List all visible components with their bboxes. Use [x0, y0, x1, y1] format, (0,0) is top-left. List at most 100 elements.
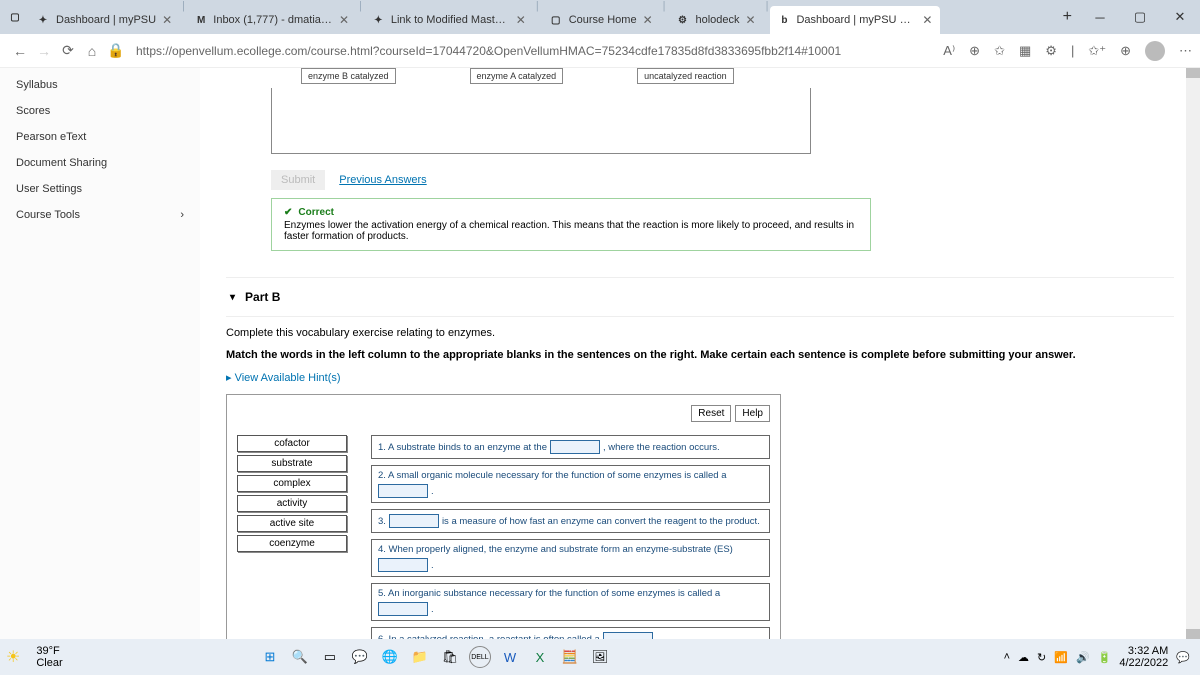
- correct-explanation: Enzymes lower the activation energy of a…: [284, 220, 858, 242]
- scroll-up-arrow[interactable]: [1186, 68, 1200, 78]
- profile-icon[interactable]: [1145, 41, 1165, 61]
- close-tab-icon[interactable]: ✕: [746, 13, 756, 27]
- sidebar-item-label: User Settings: [16, 183, 82, 195]
- drop-target[interactable]: [378, 558, 428, 572]
- battery-icon[interactable]: 🔋: [1098, 651, 1112, 664]
- scrollbar-track[interactable]: [1186, 68, 1200, 639]
- browser-tab-strip: ▢ ✦Dashboard | myPSU✕|MInbox (1,777) - d…: [0, 0, 1200, 34]
- close-tab-icon[interactable]: ✕: [643, 13, 653, 27]
- tab-favicon: M: [195, 13, 207, 27]
- close-window-button[interactable]: ✕: [1160, 9, 1200, 25]
- browser-tab[interactable]: ✦Link to Modified Mastering✕: [364, 6, 534, 34]
- drop-target[interactable]: [389, 514, 439, 528]
- part-b-header[interactable]: Part B: [226, 277, 1174, 317]
- course-sidebar: Syllabus Scores Pearson eText Document Shar…: [0, 68, 200, 639]
- forward-button: →: [32, 43, 56, 59]
- drop-target[interactable]: [550, 440, 600, 454]
- url-text[interactable]: https://openvellum.ecollege.com/course.h…: [136, 44, 841, 58]
- close-tab-icon[interactable]: ✕: [922, 13, 932, 27]
- sidebar-item[interactable]: Pearson eText: [0, 124, 200, 150]
- previous-answers-link[interactable]: Previous Answers: [339, 174, 426, 186]
- notifications-icon[interactable]: 💬: [1176, 651, 1190, 664]
- browser-tab[interactable]: ▢Course Home✕: [541, 6, 661, 34]
- onedrive-icon[interactable]: ☁: [1018, 651, 1029, 664]
- sidebar-item[interactable]: Document Sharing: [0, 150, 200, 176]
- more-menu-icon[interactable]: ⋯: [1179, 43, 1192, 59]
- sidebar-item[interactable]: Course Tools›: [0, 202, 200, 228]
- task-view-icon[interactable]: ▭: [319, 646, 341, 668]
- minimize-button[interactable]: ─: [1080, 10, 1120, 25]
- word-icon[interactable]: W: [499, 646, 521, 668]
- app-icon[interactable]: 🖼: [589, 646, 611, 668]
- draggable-word[interactable]: cofactor: [237, 435, 347, 452]
- teams-icon[interactable]: 💬: [349, 646, 371, 668]
- address-bar: ← → ⟳ ⌂ 🔒 https://openvellum.ecollege.co…: [0, 34, 1200, 68]
- browser-tab[interactable]: ⚙holodeck✕: [668, 6, 764, 34]
- wifi-icon[interactable]: 📶: [1054, 651, 1068, 664]
- tab-panel-icon[interactable]: ▢: [8, 10, 22, 24]
- chevron-up-icon[interactable]: ˄: [1004, 651, 1010, 663]
- browser-tab[interactable]: ✦Dashboard | myPSU✕: [28, 6, 180, 34]
- extensions-icon[interactable]: ⚙: [1045, 43, 1057, 59]
- drop-target[interactable]: [378, 602, 428, 616]
- sidebar-item[interactable]: Scores: [0, 98, 200, 124]
- clock[interactable]: 3:32 AM 4/22/2022: [1119, 645, 1168, 669]
- calc-icon[interactable]: 🧮: [559, 646, 581, 668]
- draggable-word[interactable]: substrate: [237, 455, 347, 472]
- sentence-row: 3. is a measure of how fast an enzyme ca…: [371, 509, 770, 533]
- drop-target[interactable]: [378, 484, 428, 498]
- dropzone-label[interactable]: enzyme A catalyzed: [470, 68, 564, 84]
- excel-icon[interactable]: X: [529, 646, 551, 668]
- part-b-instruction-2: Match the words in the left column to th…: [226, 349, 1174, 361]
- volume-icon[interactable]: 🔊: [1076, 651, 1090, 664]
- sentence-row: 2. A small organic molecule necessary fo…: [371, 465, 770, 503]
- edge-icon[interactable]: 🌐: [379, 646, 401, 668]
- tab-label: holodeck: [696, 14, 740, 26]
- scroll-down-arrow[interactable]: [1186, 629, 1200, 639]
- dropzone-label[interactable]: uncatalyzed reaction: [637, 68, 734, 84]
- drop-target[interactable]: [603, 632, 653, 639]
- help-button[interactable]: Help: [735, 405, 770, 422]
- zoom-icon[interactable]: ⊕: [969, 43, 980, 59]
- close-tab-icon[interactable]: ✕: [339, 13, 349, 27]
- draggable-word[interactable]: complex: [237, 475, 347, 492]
- browser-tab[interactable]: MInbox (1,777) - dmatias2@p✕: [187, 6, 357, 34]
- home-button[interactable]: ⌂: [80, 43, 104, 59]
- draggable-word[interactable]: active site: [237, 515, 347, 532]
- add-favorite-icon[interactable]: ✩⁺: [1088, 43, 1106, 59]
- sidebar-item[interactable]: User Settings: [0, 176, 200, 202]
- close-tab-icon[interactable]: ✕: [516, 13, 526, 27]
- reset-button[interactable]: Reset: [691, 405, 731, 422]
- dell-icon[interactable]: DELL: [469, 646, 491, 668]
- part-a-submit-button: Submit: [271, 170, 325, 190]
- read-aloud-icon[interactable]: A⁾: [943, 43, 955, 59]
- correct-feedback: Correct Enzymes lower the activation ene…: [271, 198, 871, 251]
- draggable-word[interactable]: coenzyme: [237, 535, 347, 552]
- draggable-word[interactable]: activity: [237, 495, 347, 512]
- store-icon[interactable]: 🛍: [439, 646, 461, 668]
- wallet-icon[interactable]: ▦: [1019, 43, 1031, 59]
- favorites-bar-icon[interactable]: |: [1071, 43, 1074, 58]
- search-icon[interactable]: 🔍: [289, 646, 311, 668]
- back-button[interactable]: ←: [8, 43, 32, 59]
- weather-widget[interactable]: 39°F Clear: [36, 645, 62, 669]
- favorites-star-icon[interactable]: ✩: [994, 43, 1005, 59]
- dropzone-label[interactable]: enzyme B catalyzed: [301, 68, 396, 84]
- weather-icon[interactable]: ☀: [6, 647, 20, 667]
- start-button[interactable]: ⊞: [259, 646, 281, 668]
- part-b-instruction-1: Complete this vocabulary exercise relati…: [226, 327, 1174, 339]
- sidebar-item-label: Pearson eText: [16, 131, 86, 143]
- collections-icon[interactable]: ⊕: [1120, 43, 1131, 59]
- browser-tab[interactable]: bDashboard | myPSU e CH10✕: [770, 6, 940, 34]
- maximize-button[interactable]: ▢: [1120, 9, 1160, 25]
- refresh-button[interactable]: ⟳: [56, 42, 80, 59]
- view-hints-link[interactable]: View Available Hint(s): [226, 371, 1174, 384]
- sync-icon[interactable]: ↻: [1037, 651, 1046, 664]
- new-tab-button[interactable]: +: [1063, 8, 1072, 26]
- part-a-dropzones: enzyme B catalyzed enzyme A catalyzed unca…: [226, 68, 1174, 160]
- file-explorer-icon[interactable]: 📁: [409, 646, 431, 668]
- lock-icon: 🔒: [104, 42, 128, 59]
- sidebar-item[interactable]: Syllabus: [0, 72, 200, 98]
- sidebar-item-label: Syllabus: [16, 79, 58, 91]
- close-tab-icon[interactable]: ✕: [162, 13, 172, 27]
